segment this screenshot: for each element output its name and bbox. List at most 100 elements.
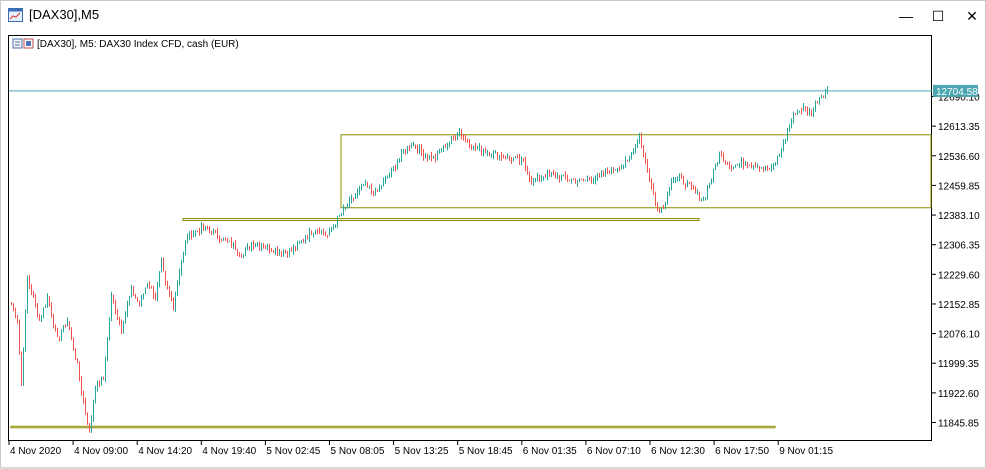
candle: [189, 231, 190, 241]
time-axis-label: 6 Nov 12:30: [651, 446, 705, 457]
candle: [461, 129, 462, 140]
time-axis[interactable]: 4 Nov 2020 4 Nov 09:00 4 Nov 14:20 4 Nov 19…: [8, 441, 834, 457]
chart-list-icon[interactable]: [12, 38, 23, 49]
candle: [799, 110, 800, 113]
candle: [745, 161, 746, 167]
candle: [53, 313, 54, 329]
candle: [593, 177, 594, 185]
title-bar[interactable]: [DAX30],M5 — ☐ ✕: [1, 1, 985, 30]
candle: [647, 158, 648, 173]
candle: [315, 229, 316, 235]
candle: [491, 153, 492, 158]
candle: [393, 165, 394, 172]
candle: [241, 253, 242, 258]
candle: [767, 165, 768, 171]
candle: [255, 243, 256, 248]
candle: [627, 159, 628, 162]
candle: [23, 347, 24, 386]
candle: [773, 163, 774, 171]
candle: [801, 107, 802, 115]
candle: [597, 172, 598, 181]
candle: [759, 165, 760, 172]
candle: [147, 282, 148, 289]
candle: [761, 167, 762, 169]
candle: [243, 254, 244, 259]
candle: [175, 291, 176, 312]
candle: [653, 183, 654, 196]
candle: [667, 191, 668, 205]
candle: [641, 132, 642, 149]
candle: [425, 152, 426, 159]
candle: [63, 325, 64, 333]
candle: [507, 153, 508, 160]
candle: [55, 324, 56, 332]
candle: [817, 101, 818, 104]
candle: [695, 186, 696, 194]
candle: [433, 155, 434, 159]
candle: [215, 229, 216, 234]
candle: [765, 165, 766, 171]
candle: [611, 166, 612, 175]
candle: [619, 166, 620, 172]
plot-area[interactable]: [8, 35, 932, 441]
time-axis-label: 6 Nov 17:50: [715, 446, 769, 457]
candle: [789, 124, 790, 132]
candle: [819, 97, 820, 105]
candle: [239, 251, 240, 258]
candle: [265, 245, 266, 250]
candle: [225, 237, 226, 241]
candle: [397, 159, 398, 170]
candle: [357, 188, 358, 199]
time-axis-label: 5 Nov 02:45: [266, 446, 320, 457]
candle: [21, 351, 22, 386]
close-icon: ✕: [966, 8, 978, 24]
candle: [747, 161, 748, 169]
candle: [35, 294, 36, 308]
candle: [371, 183, 372, 195]
candle: [347, 203, 348, 209]
candle: [205, 225, 206, 231]
candle: [473, 145, 474, 151]
candle: [267, 243, 268, 251]
candle: [669, 187, 670, 197]
candle: [161, 257, 162, 273]
candle: [509, 155, 510, 162]
candle: [309, 227, 310, 243]
candle: [31, 284, 32, 296]
candle: [447, 142, 448, 151]
candle: [637, 139, 638, 149]
candle: [305, 234, 306, 244]
maximize-button[interactable]: ☐: [923, 5, 953, 27]
candle: [553, 169, 554, 176]
candle: [777, 155, 778, 166]
candle: [621, 164, 622, 170]
candle: [195, 230, 196, 237]
candle: [201, 222, 202, 235]
candle: [645, 152, 646, 165]
candle: [781, 147, 782, 158]
candle: [409, 145, 410, 152]
candle: [207, 225, 208, 230]
candle: [547, 169, 548, 181]
candle: [41, 314, 42, 322]
price-chart[interactable]: [DAX30], M5: DAX30 Index CFD, cash (EUR)…: [7, 34, 982, 466]
minimize-button[interactable]: —: [891, 5, 921, 27]
candle: [405, 149, 406, 155]
candle: [213, 228, 214, 235]
candle: [561, 174, 562, 182]
close-button[interactable]: ✕: [957, 5, 986, 27]
candle: [475, 142, 476, 152]
price-axis[interactable]: 12690.1012613.3512536.6012459.8512383.10…: [932, 93, 980, 430]
candle: [617, 167, 618, 173]
price-axis-label: 12536.60: [938, 152, 980, 163]
candle: [339, 214, 340, 217]
candle: [685, 183, 686, 190]
candle: [583, 178, 584, 182]
candle: [579, 178, 580, 183]
candle: [181, 259, 182, 277]
candle: [477, 145, 478, 150]
candle: [423, 148, 424, 161]
candle: [217, 228, 218, 240]
candle: [449, 141, 450, 148]
candle: [697, 189, 698, 195]
